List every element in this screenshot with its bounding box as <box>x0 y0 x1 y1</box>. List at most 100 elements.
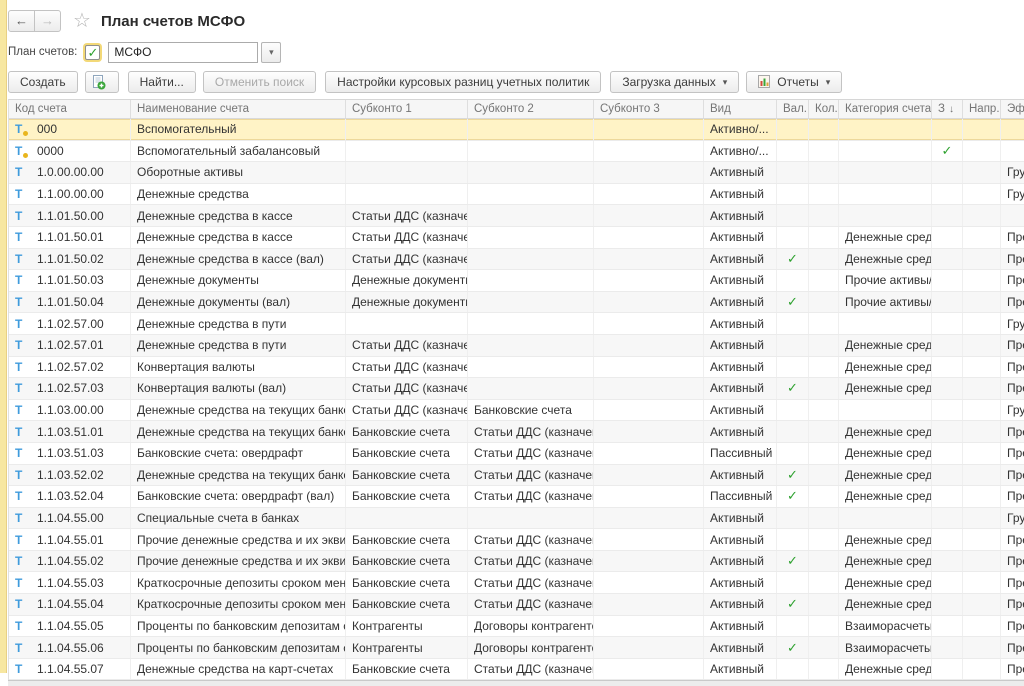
form-left-strip <box>0 0 7 673</box>
horizontal-scrollbar[interactable] <box>8 680 1024 686</box>
cell-kol <box>809 205 839 226</box>
cell-name: Конвертация валюты <box>131 357 346 378</box>
table-row[interactable]: Т1.1.04.55.07Денежные средства на карт-с… <box>9 659 1024 681</box>
column-header-label: Эф <box>1007 103 1024 115</box>
predefined-dot <box>23 131 28 136</box>
cell-zab <box>932 205 963 226</box>
column-header-sub3[interactable]: Субконто 3 <box>594 100 704 118</box>
table-row[interactable]: Т1.1.04.55.02Прочие денежные средства и … <box>9 551 1024 573</box>
cell-code: Т1.1.03.51.03 <box>9 443 131 464</box>
table-row[interactable]: Т1.0.00.00.00Оборотные активыАктивныйГру <box>9 162 1024 184</box>
cell-cat: Денежные сред... <box>839 659 932 680</box>
account-code: 1.1.03.51.01 <box>37 425 104 439</box>
cell-vid: Активный <box>704 637 777 658</box>
table-row[interactable]: Т1.1.02.57.01Денежные средства в путиСта… <box>9 335 1024 357</box>
table-row[interactable]: Т1.1.03.51.01Денежные средства на текущи… <box>9 421 1024 443</box>
cell-val <box>777 421 809 442</box>
account-type-icon: Т <box>15 210 31 222</box>
cell-kol <box>809 486 839 507</box>
cell-napr <box>963 119 1001 140</box>
account-code: 1.0.00.00.00 <box>37 165 104 179</box>
cell-vid: Активный <box>704 594 777 615</box>
cell-code: Т1.1.01.50.01 <box>9 227 131 248</box>
create-button[interactable]: Создать <box>8 71 78 93</box>
account-code: 1.1.04.55.02 <box>37 554 104 568</box>
cell-sub2: Банковские счета <box>468 400 594 421</box>
column-header-kol[interactable]: Кол. <box>809 100 839 118</box>
load-data-button[interactable]: Загрузка данных ▾ <box>610 71 739 93</box>
cell-napr <box>963 205 1001 226</box>
favorite-star-icon[interactable]: ☆ <box>73 11 91 31</box>
table-row[interactable]: Т1.1.01.50.01Денежные средства в кассеСт… <box>9 227 1024 249</box>
cell-val <box>777 529 809 550</box>
cell-zab <box>932 594 963 615</box>
forward-button[interactable]: → <box>34 10 61 32</box>
cell-ef: Пре <box>1001 335 1024 356</box>
column-header-cat[interactable]: Категория счета <box>839 100 932 118</box>
cell-code: Т1.1.00.00.00 <box>9 184 131 205</box>
table-row[interactable]: Т000ВспомогательныйАктивно/... <box>9 119 1024 141</box>
column-header-vid[interactable]: Вид <box>704 100 777 118</box>
table-row[interactable]: Т1.1.03.52.02Денежные средства на текущи… <box>9 465 1024 487</box>
column-header-ef[interactable]: Эф <box>1001 100 1024 118</box>
column-header-sub2[interactable]: Субконто 2 <box>468 100 594 118</box>
table-row[interactable]: Т1.1.02.57.00Денежные средства в путиАкт… <box>9 313 1024 335</box>
table-row[interactable]: Т1.1.01.50.04Денежные документы (вал)Ден… <box>9 292 1024 314</box>
cell-ef <box>1001 141 1024 162</box>
table-row[interactable]: Т1.1.02.57.02Конвертация валютыСтатьи ДД… <box>9 357 1024 379</box>
table-row[interactable]: Т1.1.03.51.03Банковские счета: овердрафт… <box>9 443 1024 465</box>
cell-vid: Активный <box>704 249 777 270</box>
table-row[interactable]: Т1.1.04.55.01Прочие денежные средства и … <box>9 529 1024 551</box>
account-type-icon: Т <box>15 404 31 416</box>
table-row[interactable]: Т1.1.03.00.00Денежные средства на текущи… <box>9 400 1024 422</box>
table-row[interactable]: Т1.1.01.50.02Денежные средства в кассе (… <box>9 249 1024 271</box>
fx-rate-settings-button[interactable]: Настройки курсовых разниц учетных полити… <box>325 71 601 93</box>
table-row[interactable]: Т1.1.04.55.05Проценты по банковским депо… <box>9 616 1024 638</box>
table-row[interactable]: Т1.1.01.50.00Денежные средства в кассеСт… <box>9 205 1024 227</box>
table-row[interactable]: Т1.1.04.55.04Краткосрочные депозиты срок… <box>9 594 1024 616</box>
cell-napr <box>963 335 1001 356</box>
table-row[interactable]: Т1.1.04.55.03Краткосрочные депозиты срок… <box>9 572 1024 594</box>
table-row[interactable]: Т1.1.04.55.00Специальные счета в банкахА… <box>9 508 1024 530</box>
cell-kol <box>809 616 839 637</box>
cell-napr <box>963 486 1001 507</box>
cell-code: Т1.1.01.50.02 <box>9 249 131 270</box>
column-header-sub1[interactable]: Субконто 1 <box>346 100 468 118</box>
table-row[interactable]: Т1.1.00.00.00Денежные средстваАктивныйГр… <box>9 184 1024 206</box>
column-header-napr[interactable]: Напр. <box>963 100 1001 118</box>
chart-of-accounts-checkbox[interactable]: ✓ <box>85 45 100 60</box>
create-group-button[interactable] <box>85 71 119 93</box>
table-row[interactable]: Т1.1.04.55.06Проценты по банковским депо… <box>9 637 1024 659</box>
cell-zab <box>932 659 963 680</box>
back-button[interactable]: ← <box>8 10 35 32</box>
cancel-search-button[interactable]: Отменить поиск <box>203 71 316 93</box>
cell-vid: Активный <box>704 335 777 356</box>
cell-napr <box>963 227 1001 248</box>
cell-sub1: Денежные документы... <box>346 270 468 291</box>
cell-name: Денежные средства на текущих банковских.… <box>131 400 346 421</box>
combobox-dropdown-button[interactable]: ▾ <box>261 42 281 63</box>
cell-ef: Пре <box>1001 292 1024 313</box>
column-header-code[interactable]: Код счета <box>9 100 131 118</box>
cell-kol <box>809 508 839 529</box>
cell-sub3 <box>594 551 704 572</box>
reports-button[interactable]: Отчеты ▾ <box>746 71 842 93</box>
cell-val: ✓ <box>777 292 809 313</box>
column-header-name[interactable]: Наименование счета <box>131 100 346 118</box>
cell-val <box>777 357 809 378</box>
cell-name: Денежные средства на карт-счетах <box>131 659 346 680</box>
cell-sub1 <box>346 162 468 183</box>
table-row[interactable]: Т0000Вспомогательный забалансовыйАктивно… <box>9 141 1024 163</box>
toolbar: Создать Найти... Отменить поиск <box>8 67 1024 97</box>
column-header-val[interactable]: Вал. <box>777 100 809 118</box>
find-button[interactable]: Найти... <box>128 71 196 93</box>
cell-val <box>777 313 809 334</box>
table-row[interactable]: Т1.1.01.50.03Денежные документыДенежные … <box>9 270 1024 292</box>
cell-name: Вспомогательный забалансовый <box>131 141 346 162</box>
column-header-zab[interactable]: З↓ <box>932 100 963 118</box>
cell-sub2: Статьи ДДС (казначей... <box>468 529 594 550</box>
table-row[interactable]: Т1.1.03.52.04Банковские счета: овердрафт… <box>9 486 1024 508</box>
table-row[interactable]: Т1.1.02.57.03Конвертация валюты (вал)Ста… <box>9 378 1024 400</box>
cell-vid: Активный <box>704 465 777 486</box>
chart-of-accounts-value[interactable]: МСФО <box>108 42 258 63</box>
